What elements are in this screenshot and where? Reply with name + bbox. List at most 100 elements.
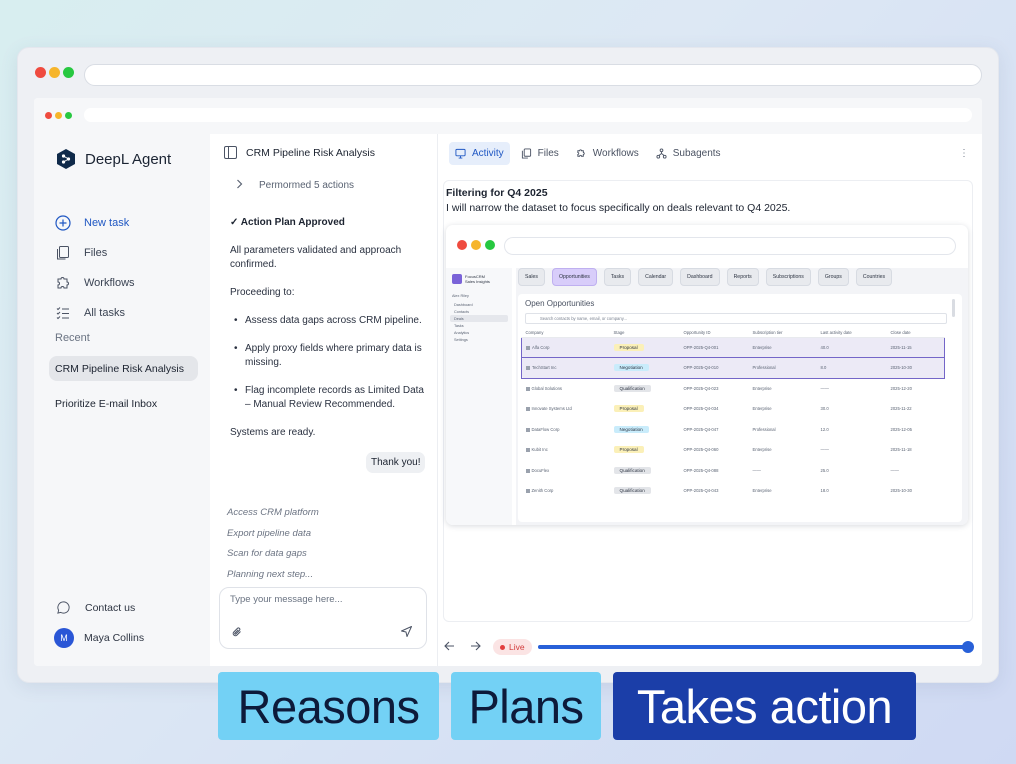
crm-nav: Dashboard Contacts Deals Tasks Analytics… [450,301,508,343]
close-date: 2025-10-30 [886,357,945,379]
user-message-bubble: Thank you! [366,452,426,473]
crm-user: Alex Riley [452,294,469,298]
step-item: Export pipeline data [227,527,311,539]
activity-view: Filtering for Q4 2025 I will narrow the … [443,180,973,622]
recent-heading: Recent [55,332,90,344]
live-label: Live [509,642,525,652]
brand[interactable]: DeepL Agent [56,148,171,170]
recent-item-email-inbox[interactable]: Prioritize E-mail Inbox [49,391,198,416]
opportunity-id: OPP-2025-Q4-034 [683,406,719,412]
label-plans: Plans [451,672,601,740]
crm-nav-item: Analytics [454,330,470,335]
opportunity-id: OPP-2025-Q4-001 [679,336,749,358]
opportunity-id: OPP-2025-Q4-060 [683,447,719,453]
chat-title: CRM Pipeline Risk Analysis [246,146,375,159]
performed-actions-toggle[interactable]: Permormed 5 actions [236,179,354,192]
subscription-tier: Enterprise [752,386,772,391]
column-header: Company [521,329,610,338]
company-icon [525,386,530,391]
sidebar-item-label: New task [84,217,130,229]
inner-address-bar[interactable] [84,108,972,122]
close-date: 2025-11-15 [886,336,945,358]
puzzle-icon [54,275,71,292]
step-item: Scan for data gaps [227,548,307,559]
plus-circle-icon [54,215,71,232]
crm-logo: FocusCRM Sales Insights [452,274,490,284]
outer-address-bar[interactable] [84,64,982,86]
table-row: Alfa Corp Proposal OPP-2025-Q4-001 Enter… [521,336,945,358]
more-options-icon[interactable]: ⋮ [959,148,969,159]
send-icon[interactable] [400,625,413,643]
tab-activity[interactable]: Activity [449,142,510,165]
message-paragraph: All parameters validated and approach co… [230,245,402,270]
sidebar-item-workflows[interactable]: Workflows [54,268,135,298]
minimize-dot-icon[interactable] [49,67,60,78]
company-icon [526,345,530,350]
live-button[interactable]: Live [493,639,532,655]
outer-browser-window: DeepL Agent New task Files Workflows All… [17,47,999,683]
stage-badge: Qualification [613,466,651,474]
table-row: Kubit Inc Proposal OPP-2025-Q4-060 Enter… [522,440,945,461]
progress-knob[interactable] [962,641,974,653]
arrow-left-icon[interactable] [444,641,455,654]
table-row: Zenith Corp Qualification OPP-2025-Q4-04… [522,481,945,502]
monitor-icon [455,148,466,159]
puzzle-icon [577,149,585,157]
app-window: DeepL Agent New task Files Workflows All… [34,98,982,666]
tab-subagents[interactable]: Subagents [650,142,727,165]
subscription-tier: —— [752,467,761,473]
contact-us-link[interactable]: Contact us [56,600,135,615]
sidebar-item-files[interactable]: Files [54,238,135,268]
agent-steps: Access CRM platform Export pipeline data… [227,503,319,585]
sidebar-item-label: Files [84,247,108,259]
stage-badge: Proposal [613,343,644,351]
column-header: Last activity date [816,329,887,338]
sidebar-item-all-tasks[interactable]: All tasks [54,298,135,328]
crm-sidebar: FocusCRM Sales Insights Alex Riley Dashb… [446,268,512,525]
crm-tab: Reports [726,268,759,286]
subscription-tier: Enterprise [752,488,772,494]
company-icon [525,489,530,494]
crm-scrollbar [952,299,955,317]
list-item: Apply proxy fields where primary data is… [234,342,426,370]
crm-nav-item: Settings [454,337,468,342]
live-dot-icon [500,644,505,650]
maximize-dot-icon [485,240,495,250]
crm-logo-tagline: Sales Insights [465,279,490,284]
minimize-dot-icon[interactable] [55,112,62,119]
close-date: 2025-11-22 [890,406,912,412]
close-dot-icon[interactable] [45,112,52,119]
company-name: Innovate Systems Ltd [531,406,572,412]
subscription-tier: Enterprise [752,406,772,412]
paperclip-icon[interactable] [231,625,243,643]
company-name: DataFlow Corp [531,426,560,432]
close-dot-icon[interactable] [35,67,46,78]
collapse-sidebar-button[interactable] [224,146,237,159]
message-input[interactable] [230,594,410,605]
company-name: Global Solutions [531,386,563,391]
arrow-right-icon[interactable] [470,641,481,654]
table-row: Innovate Systems Ltd Proposal OPP-2025-Q… [522,399,945,420]
agent-browser-bar [446,225,968,268]
crm-tab: Sales [518,268,545,286]
maximize-dot-icon[interactable] [65,112,72,119]
last-activity: 12.0 [820,426,829,432]
chat-header: CRM Pipeline Risk Analysis [224,146,375,159]
tab-workflows[interactable]: Workflows [570,142,645,165]
contact-us-label: Contact us [85,601,136,614]
task-list-icon [54,305,71,322]
stage-badge: Negotiation [613,364,649,372]
crm-opportunities-card: Open Opportunities Search contacts by na… [518,294,962,522]
user-profile[interactable]: M Maya Collins [54,628,144,648]
sidebar-item-new-task[interactable]: New task [54,208,135,238]
crm-card-title: Open Opportunities [525,299,595,308]
company-name: TechStart Inc [532,365,557,371]
stage-badge: Qualification [613,487,651,495]
playback-progress-slider[interactable] [538,641,974,653]
maximize-dot-icon[interactable] [63,67,74,78]
tab-files[interactable]: Files [515,142,565,165]
chevron-right-icon [236,179,243,192]
user-name: Maya Collins [84,632,145,644]
recent-item-crm-pipeline[interactable]: CRM Pipeline Risk Analysis [49,356,198,381]
sidebar: DeepL Agent New task Files Workflows All… [34,134,210,666]
